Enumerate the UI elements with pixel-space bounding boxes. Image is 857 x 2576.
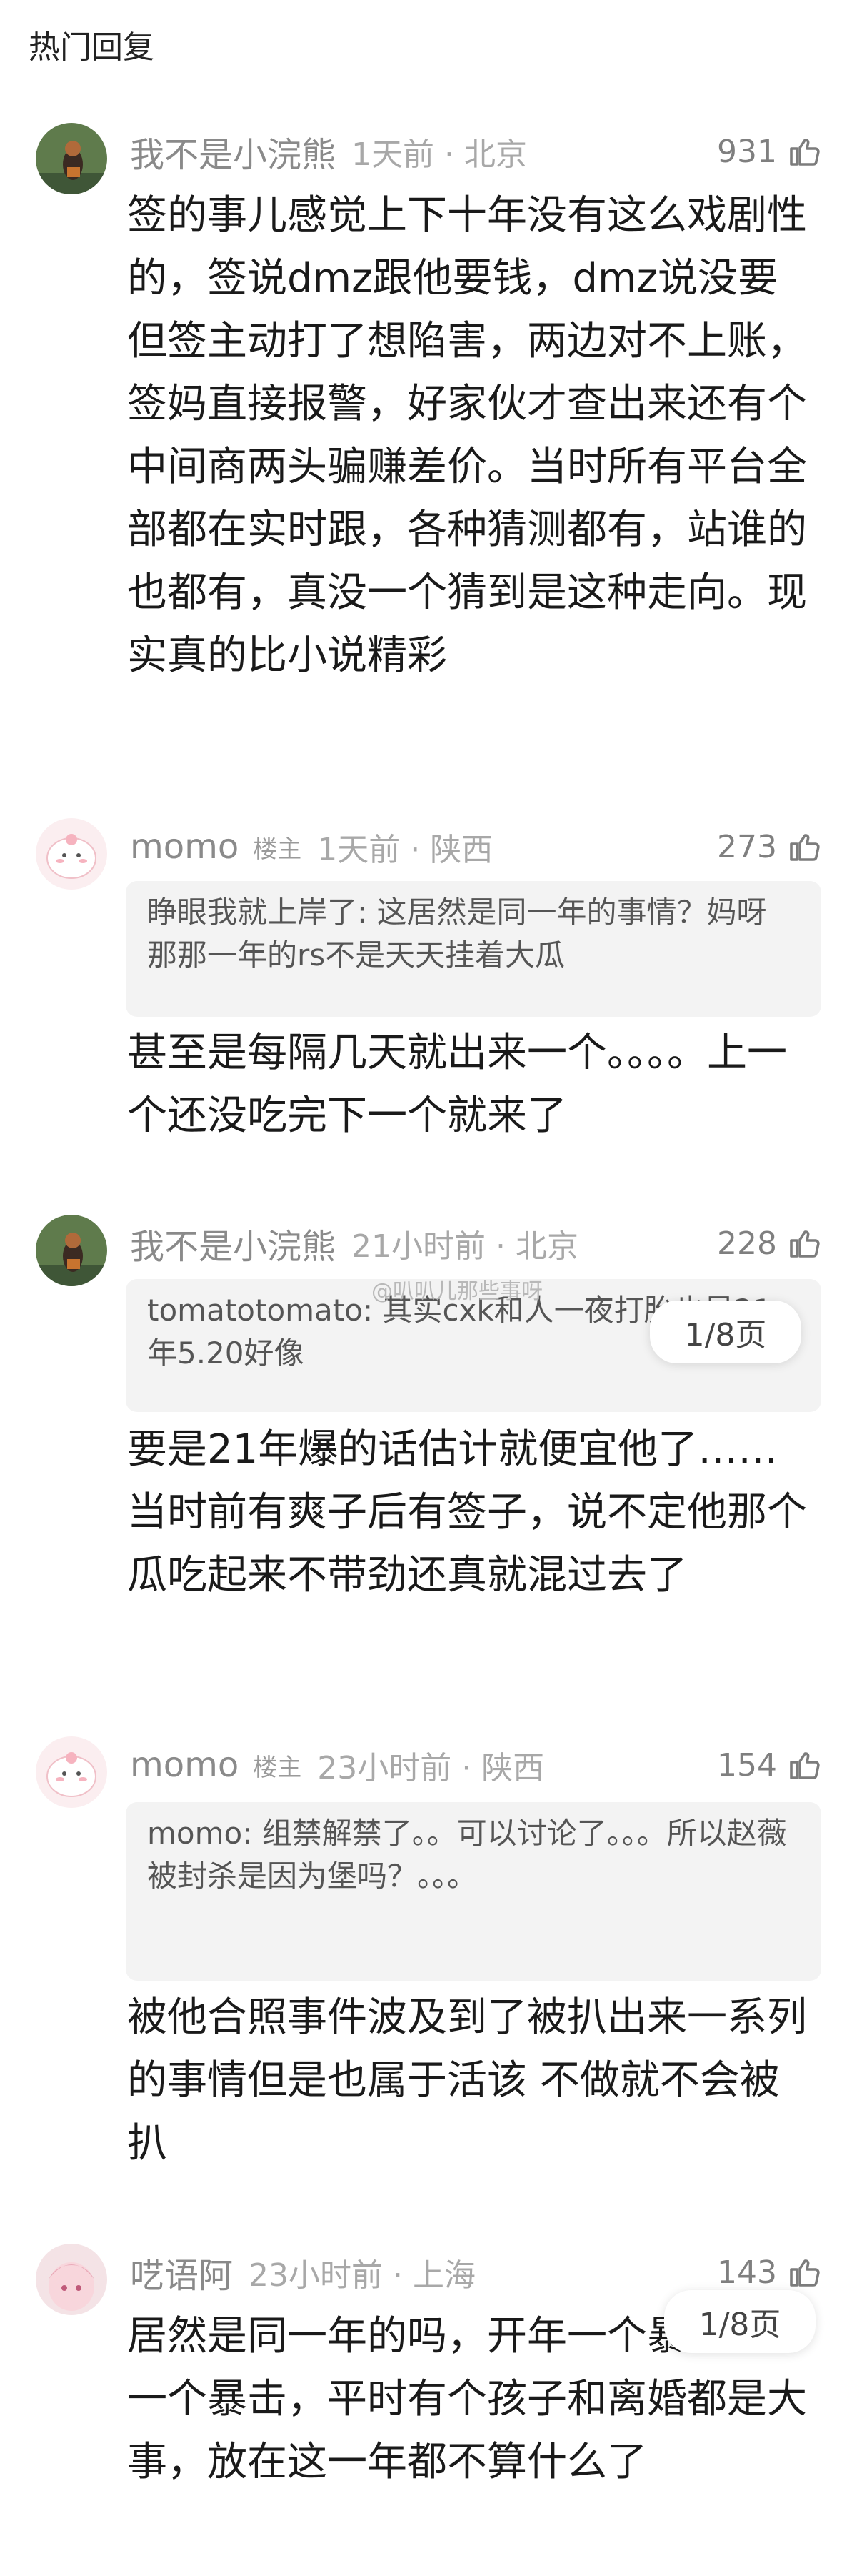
quoted-reply[interactable]: 睁眼我就上岸了: 这居然是同一年的事情？妈呀 那那一年的rs不是天天挂着大瓜 xyxy=(126,881,821,1017)
username[interactable]: momo xyxy=(130,827,239,867)
page-indicator[interactable]: 1/8页 xyxy=(650,1301,801,1363)
thumbs-up-icon xyxy=(790,834,820,861)
thumbs-up-icon xyxy=(790,139,820,166)
avatar[interactable] xyxy=(36,1736,107,1808)
timestamp-location: 1天前 · 北京 xyxy=(351,136,527,173)
op-badge: 楼主 xyxy=(253,1753,302,1782)
comment-text: 签的事儿感觉上下十年没有这么戏剧性的，签说dmz跟他要钱，dmz说没要但签主动打… xyxy=(127,192,807,679)
timestamp-location: 23小时前 · 上海 xyxy=(249,2257,476,2294)
like-count: 273 xyxy=(717,828,777,865)
page-indicator[interactable]: 1/8页 xyxy=(664,2290,816,2353)
timestamp-location: 23小时前 · 陕西 xyxy=(317,1750,545,1786)
like-count: 143 xyxy=(717,2254,777,2291)
raccoon-avatar-icon xyxy=(36,123,107,194)
username[interactable]: 我不是小浣熊 xyxy=(130,126,336,176)
thumbs-up-icon xyxy=(790,2259,820,2287)
pink-blob-avatar-icon xyxy=(36,1736,107,1808)
avatar[interactable] xyxy=(36,123,107,194)
page-indicator-label: 1/8页 xyxy=(684,1317,767,1353)
username[interactable]: momo xyxy=(130,1745,239,1785)
thumbs-up-icon xyxy=(790,1230,820,1258)
like-count: 154 xyxy=(717,1746,777,1784)
like-button[interactable]: 931 xyxy=(717,130,821,173)
comment-text: 要是21年爆的话估计就便宜他了……当时前有爽子后有签子，说不定他那个瓜吃起来不带… xyxy=(127,1426,807,1598)
page-indicator-label: 1/8页 xyxy=(698,2307,781,2343)
comment-meta: 呓语阿 23小时前 · 上海 xyxy=(130,2251,476,2296)
comment-meta: 我不是小浣熊 1天前 · 北京 xyxy=(130,130,527,175)
watermark: @叭叭儿那些事呀 xyxy=(371,1279,543,1304)
comment-meta: 我不是小浣熊 21小时前 · 北京 xyxy=(130,1222,578,1267)
anime-girl-avatar-icon xyxy=(36,2244,107,2315)
raccoon-avatar-icon xyxy=(36,1215,107,1286)
comment-meta: momo 楼主 23小时前 · 陕西 xyxy=(130,1744,544,1786)
like-button[interactable]: 154 xyxy=(717,1744,821,1786)
section-title: 热门回复 xyxy=(29,29,154,66)
comment-meta: momo 楼主 1天前 · 陕西 xyxy=(130,825,493,868)
like-count: 931 xyxy=(717,133,777,170)
username[interactable]: 呓语阿 xyxy=(130,2247,233,2297)
timestamp-location: 21小时前 · 北京 xyxy=(351,1228,578,1265)
like-button[interactable]: 228 xyxy=(717,1222,821,1265)
like-count: 228 xyxy=(717,1225,777,1262)
op-badge: 楼主 xyxy=(253,835,302,864)
like-button[interactable]: 273 xyxy=(717,825,821,868)
comment-text: 被他合照事件波及到了被扒出来一系列的事情但是也属于活该 不做就不会被扒 xyxy=(127,1994,807,2167)
avatar[interactable] xyxy=(36,818,107,890)
like-button[interactable]: 143 xyxy=(717,2251,821,2294)
avatar[interactable] xyxy=(36,2244,107,2315)
avatar[interactable] xyxy=(36,1215,107,1286)
thumbs-up-icon xyxy=(790,1752,820,1779)
timestamp-location: 1天前 · 陕西 xyxy=(317,832,493,868)
username[interactable]: 我不是小浣熊 xyxy=(130,1218,336,1268)
comment-text: 甚至是每隔几天就出来一个。。。。上一个还没吃完下一个就来了 xyxy=(127,1030,787,1139)
quoted-reply[interactable]: momo: 组禁解禁了。。可以讨论了。。。所以赵薇被封杀是因为堡吗？。。。 xyxy=(126,1802,821,1981)
pink-blob-avatar-icon xyxy=(36,818,107,890)
